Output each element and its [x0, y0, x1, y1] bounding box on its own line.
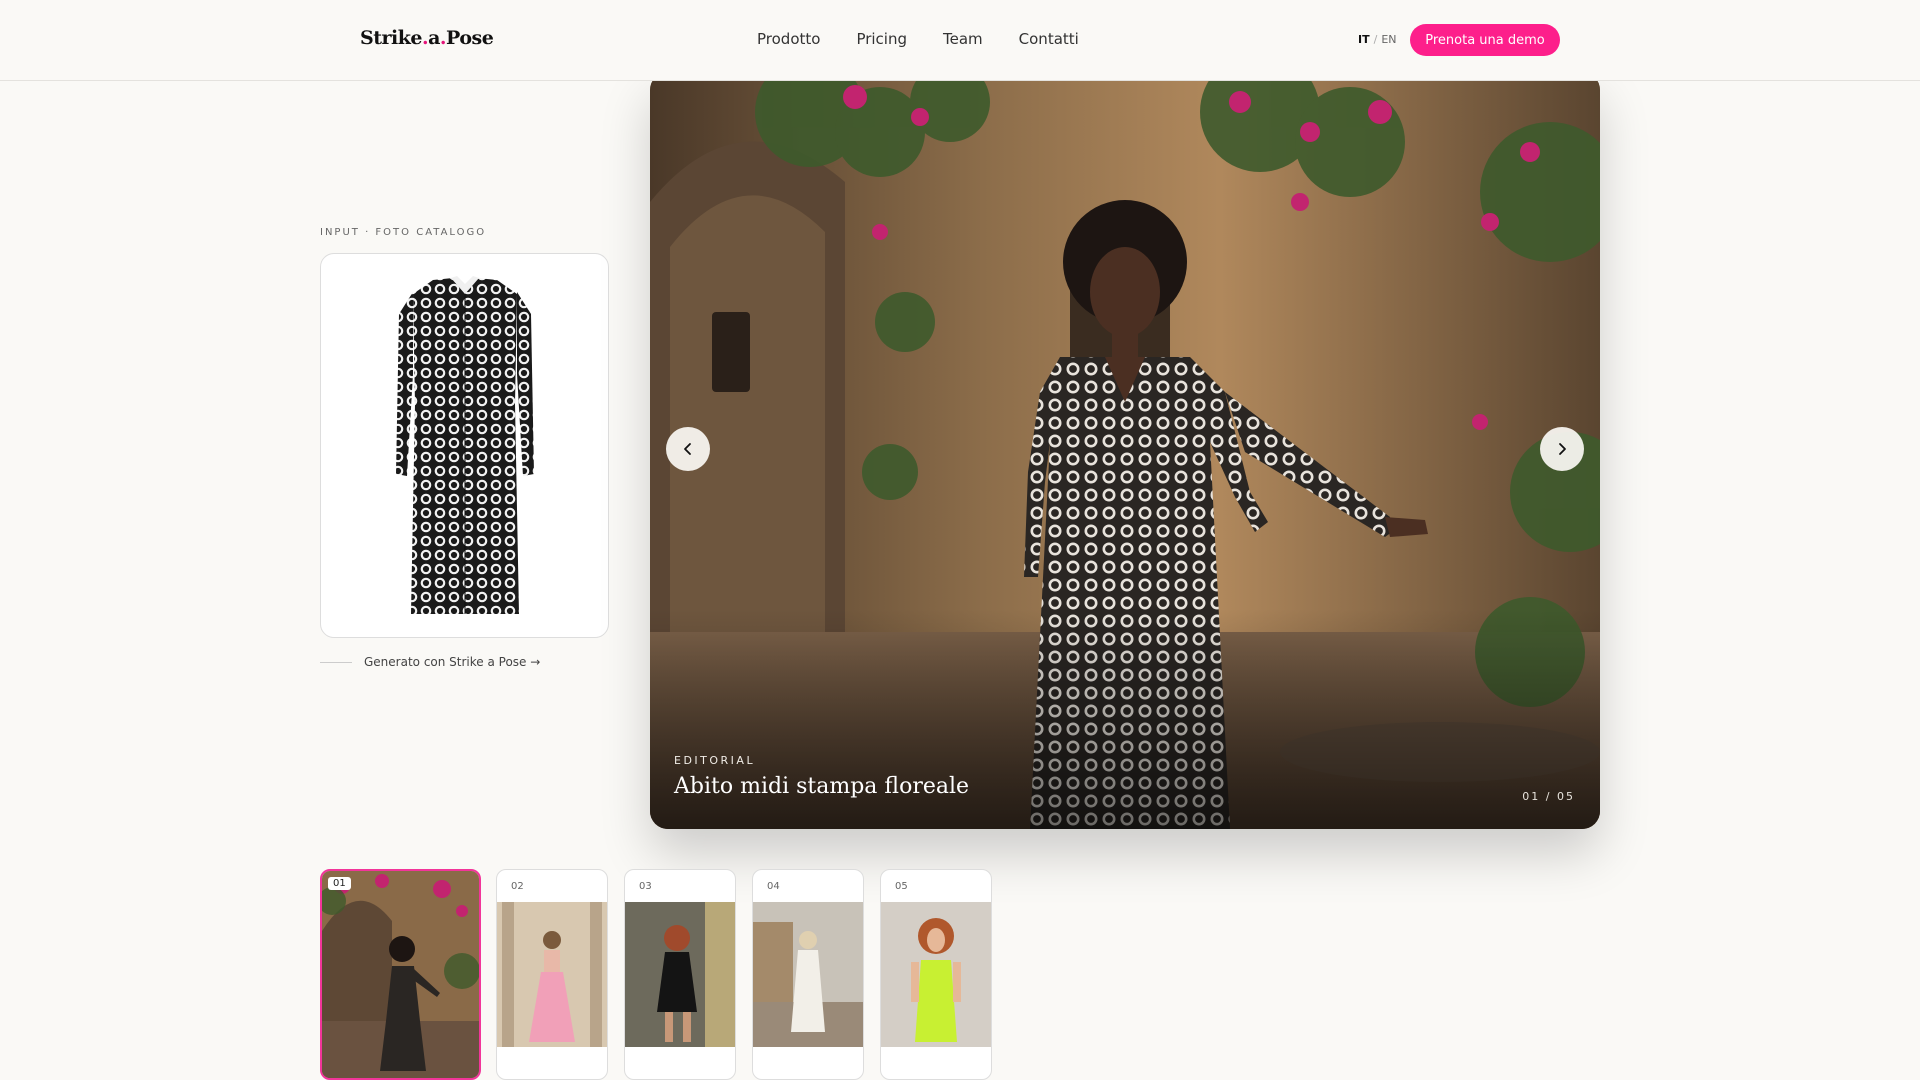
- hero-title: Abito midi stampa floreale: [674, 774, 970, 799]
- book-demo-button[interactable]: Prenota una demo: [1410, 24, 1560, 56]
- thumbnail-01[interactable]: 01: [320, 869, 481, 1080]
- top-navbar: Strike.a.Pose Prodotto Pricing Team Cont…: [0, 0, 1920, 81]
- nav-link-contatti[interactable]: Contatti: [1019, 30, 1079, 48]
- thumbnail-image: [753, 902, 863, 1047]
- divider-line: [320, 661, 352, 663]
- language-switcher: IT / EN: [1358, 33, 1397, 46]
- logo-text-pose: Pose: [446, 27, 494, 49]
- thumbnail-number: 02: [511, 881, 524, 892]
- thumbnail-image: [625, 902, 735, 1047]
- lang-it[interactable]: IT: [1358, 33, 1370, 46]
- thumbnail-04[interactable]: 04: [752, 869, 864, 1080]
- lang-en[interactable]: EN: [1381, 33, 1396, 46]
- input-section-label: INPUT · FOTO CATALOGO: [320, 227, 487, 238]
- thumbnail-number: 03: [639, 881, 652, 892]
- thumbnail-number: 01: [328, 877, 351, 890]
- hero-prev-button[interactable]: [666, 427, 710, 471]
- thumbnail-image: [322, 871, 479, 1078]
- lang-separator: /: [1373, 33, 1378, 46]
- thumbnail-02[interactable]: 02: [496, 869, 608, 1080]
- nav-link-prodotto[interactable]: Prodotto: [757, 30, 820, 48]
- catalog-photo-card: [320, 253, 609, 638]
- main-menu: Prodotto Pricing Team Contatti: [757, 30, 1079, 48]
- thumbnail-05[interactable]: 05: [880, 869, 992, 1080]
- thumbnail-03[interactable]: 03: [624, 869, 736, 1080]
- generated-link-text: Generato con Strike a Pose →: [364, 655, 541, 669]
- hero-slide-counter: 01 / 05: [1522, 790, 1575, 803]
- thumbnail-number: 05: [895, 881, 908, 892]
- catalog-dress-image: [396, 276, 534, 614]
- nav-link-team[interactable]: Team: [943, 30, 983, 48]
- hero-category-tag: EDITORIAL: [674, 754, 756, 767]
- generated-with-link[interactable]: Generato con Strike a Pose →: [320, 655, 540, 669]
- chevron-right-icon: [1559, 443, 1566, 455]
- hero-slide: EDITORIAL Abito midi stampa floreale 01 …: [650, 72, 1600, 829]
- nav-link-pricing[interactable]: Pricing: [856, 30, 907, 48]
- hero-next-button[interactable]: [1540, 427, 1584, 471]
- logo-text-a: a: [428, 27, 440, 49]
- thumbnail-image: [497, 902, 607, 1047]
- chevron-left-icon: [684, 443, 691, 455]
- thumbnail-image: [881, 902, 991, 1047]
- thumbnail-number: 04: [767, 881, 780, 892]
- logo-text-strike: Strike: [360, 27, 422, 49]
- brand-logo[interactable]: Strike.a.Pose: [360, 27, 494, 49]
